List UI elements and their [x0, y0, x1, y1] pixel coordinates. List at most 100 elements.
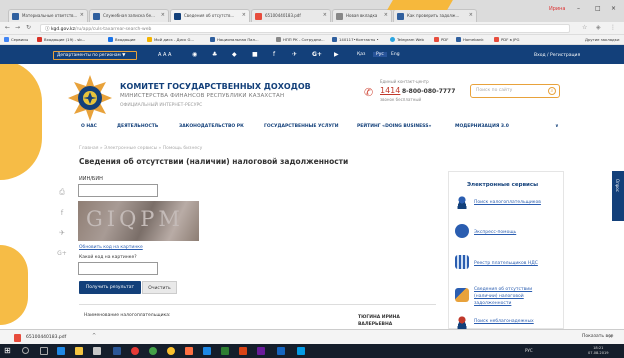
- app-icon[interactable]: [203, 347, 211, 355]
- excel-icon[interactable]: [221, 347, 229, 355]
- bookmark[interactable]: Национальная Пал...: [210, 37, 259, 42]
- font-size-controls[interactable]: A A A: [158, 52, 171, 58]
- facebook-share-icon[interactable]: f: [54, 209, 70, 223]
- twitter-icon[interactable]: ✈: [292, 51, 297, 58]
- site-search-input[interactable]: Поиск по сайту ⌕: [470, 84, 560, 98]
- bookmark[interactable]: Сервисы: [4, 37, 28, 42]
- breadcrumb[interactable]: Главная » Электронные сервисы » Помощь б…: [79, 146, 202, 151]
- chevron-down-icon[interactable]: ∨: [555, 124, 559, 129]
- captcha-field[interactable]: [78, 262, 158, 275]
- close-icon[interactable]: ×: [242, 12, 246, 18]
- eye-icon[interactable]: ◉: [192, 51, 197, 58]
- get-result-button[interactable]: Получить результат: [79, 281, 141, 294]
- app-icon[interactable]: [185, 347, 193, 355]
- clock[interactable]: 18:21 07.08.2019: [588, 346, 609, 356]
- close-window-icon[interactable]: ×: [611, 5, 616, 12]
- profile-name[interactable]: Ирина: [549, 6, 566, 12]
- sidebar-item-tax-debt[interactable]: Сведения об отсутствии (наличии) налогов…: [474, 286, 544, 307]
- download-filename[interactable]: 65100440183.pdf: [26, 335, 66, 340]
- twitter-share-icon[interactable]: ✈: [54, 229, 70, 243]
- browser-tab[interactable]: Новая вкладка ×: [332, 9, 392, 22]
- bookmark[interactable]: PDF в JPG: [494, 37, 519, 42]
- ministry-name: МИНИСТЕРСТВА ФИНАНСОВ РЕСПУБЛИКИ КАЗАХСТ…: [120, 93, 285, 99]
- search-icon[interactable]: [22, 347, 29, 354]
- back-icon[interactable]: ←: [5, 24, 10, 31]
- reload-icon[interactable]: ↻: [26, 24, 31, 31]
- edge-icon[interactable]: [57, 347, 65, 355]
- nav-about[interactable]: О НАС: [81, 124, 97, 129]
- lang-ru[interactable]: Рус: [373, 52, 387, 57]
- bookmark[interactable]: Telegram Web: [390, 37, 424, 42]
- powerpoint-icon[interactable]: [239, 347, 247, 355]
- extension-icon[interactable]: ◈: [596, 24, 601, 31]
- sidebar-item-express-help[interactable]: Экспресс-помощь: [474, 229, 516, 236]
- lang-en[interactable]: Eng: [391, 52, 400, 57]
- close-icon[interactable]: ×: [80, 12, 84, 18]
- close-icon[interactable]: ×: [161, 12, 165, 18]
- system-tray-lang[interactable]: РУС: [525, 348, 533, 353]
- sitemap-icon[interactable]: ♣: [212, 51, 217, 58]
- bookmark-icon: [210, 37, 215, 42]
- other-bookmarks[interactable]: Другие закладки: [585, 37, 619, 42]
- task-view-icon[interactable]: [40, 347, 48, 355]
- explorer-icon[interactable]: [75, 347, 83, 355]
- nav-modernization[interactable]: МОДЕРНИЗАЦИЯ 3.0: [455, 124, 509, 129]
- nav-doing-business[interactable]: РЕЙТИНГ «DOING BUSINESS»: [357, 124, 431, 129]
- app-icon[interactable]: [167, 347, 175, 355]
- bookmark[interactable]: НПП РК - Сотрудни...: [276, 37, 325, 42]
- sidebar-item-taxpayer-search[interactable]: Поиск налогоплательщиков: [474, 199, 541, 206]
- close-icon[interactable]: ×: [323, 12, 327, 18]
- bookmark[interactable]: PDF: [434, 37, 448, 42]
- menu-icon[interactable]: ⋮: [610, 24, 616, 31]
- googleplus-icon[interactable]: G+: [312, 51, 322, 58]
- phone-short[interactable]: 1414: [380, 86, 400, 95]
- close-icon[interactable]: ×: [608, 333, 613, 340]
- search-icon[interactable]: ⌕: [548, 87, 556, 95]
- clear-button[interactable]: Очистить: [142, 281, 177, 294]
- bookmark[interactable]: 140117•Контакты •: [332, 37, 379, 42]
- bookmark[interactable]: Homebank: [456, 37, 484, 42]
- browser-tab[interactable]: Как проверить задолж... ×: [393, 9, 477, 22]
- print-icon[interactable]: ⎙: [54, 188, 70, 202]
- close-icon[interactable]: ×: [384, 12, 388, 18]
- bookmark[interactable]: Входящие: [108, 37, 135, 42]
- app-icon[interactable]: [277, 347, 285, 355]
- googleplus-share-icon[interactable]: G+: [54, 250, 70, 264]
- star-icon[interactable]: ☆: [582, 24, 587, 31]
- url-field[interactable]: ⓘ kgd.gov.kz/ru/app/culs-taxarrear-searc…: [40, 24, 570, 33]
- chevron-up-icon[interactable]: ^: [92, 333, 96, 339]
- store-icon[interactable]: [93, 347, 101, 355]
- inn-field[interactable]: [78, 184, 158, 197]
- region-dropdown[interactable]: Департаменты по регионам ▼: [53, 51, 137, 60]
- minimize-icon[interactable]: –: [577, 5, 580, 12]
- bookmark[interactable]: Входящие (19) - sb...: [37, 37, 85, 42]
- forward-icon[interactable]: →: [15, 24, 20, 31]
- nav-public-services[interactable]: ГОСУДАРСТВЕННЫЕ УСЛУГИ: [264, 124, 339, 129]
- page-title: Сведения об отсутствии (наличии) налогов…: [79, 157, 349, 166]
- nav-legislation[interactable]: ЗАКОНОДАТЕЛЬСТВО РК: [179, 124, 244, 129]
- browser-tab[interactable]: 65100440183.pdf ×: [251, 9, 331, 22]
- sidebar-item-vat-registry[interactable]: Реестр плательщиков НДС: [474, 260, 538, 267]
- telegram-icon[interactable]: [297, 347, 305, 355]
- browser-tab-active[interactable]: Сведения об отсутств... ×: [170, 9, 250, 22]
- word-icon[interactable]: [113, 347, 121, 355]
- sidebar-item-unreliable[interactable]: Поиск неблагонадежных: [474, 318, 534, 325]
- login-link[interactable]: Вход / Регистрация: [534, 53, 580, 58]
- browser-tab[interactable]: Служебная записка бе... ×: [89, 9, 169, 22]
- app-icon[interactable]: [257, 347, 265, 355]
- chrome-icon[interactable]: [149, 347, 157, 355]
- bookmark[interactable]: Мой диск - Диск G...: [147, 37, 194, 42]
- refresh-captcha-link[interactable]: Обновить код на картинке: [79, 245, 143, 250]
- maximize-icon[interactable]: □: [595, 5, 601, 12]
- lang-kz[interactable]: Қаз: [357, 52, 365, 57]
- apple-icon[interactable]: ◆: [232, 51, 237, 58]
- youtube-icon[interactable]: ▶: [334, 51, 339, 58]
- android-icon[interactable]: ■: [252, 51, 258, 58]
- close-icon[interactable]: ×: [469, 12, 473, 18]
- opera-icon[interactable]: [131, 347, 139, 355]
- feedback-tab[interactable]: Опрос: [612, 171, 624, 221]
- facebook-icon[interactable]: f: [273, 51, 275, 58]
- windows-start-icon[interactable]: ⊞: [4, 346, 11, 355]
- browser-tab[interactable]: Материальные ответств... ×: [8, 9, 88, 22]
- nav-activity[interactable]: ДЕЯТЕЛЬНОСТЬ: [117, 124, 158, 129]
